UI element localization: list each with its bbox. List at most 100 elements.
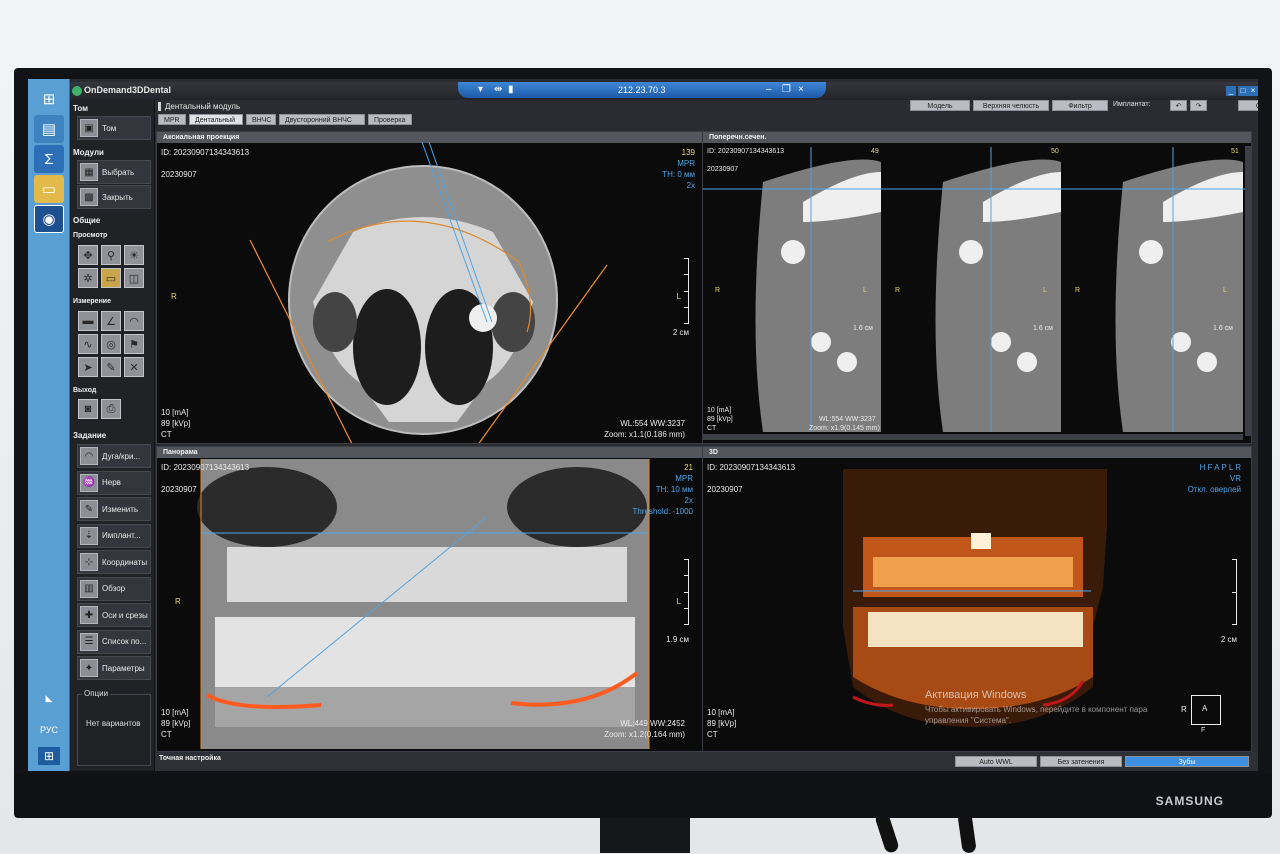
screen: ⊞ ▤ Σ ▭ ◉ ◣ РУС ⊞ OnDemand3DDental _ □ ×… (28, 79, 1258, 771)
model-button[interactable]: Модель (910, 100, 970, 111)
task-icon: ⊹ (80, 553, 98, 571)
3d-overlay-off[interactable]: Откл. оверлей (1188, 485, 1241, 494)
section-task: Задание (73, 431, 107, 440)
panorama-viewport[interactable]: Панорама ID: 20230907134343613 20230907 … (156, 446, 704, 752)
task-item-3[interactable]: ✎ Изменить (77, 497, 151, 521)
tray-icon[interactable]: ◣ (42, 691, 56, 705)
auto-wwl-button[interactable]: Auto WWL (955, 756, 1037, 767)
remote-close-icon[interactable]: × (798, 84, 804, 95)
tab-3[interactable]: ВНЧС (246, 114, 276, 125)
delete-icon[interactable]: ✕ (124, 357, 144, 377)
panorama-scale-bar (683, 559, 689, 625)
task-item-8[interactable]: ☰ Список по... (77, 629, 151, 654)
reset-button[interactable]: Сброс (1238, 100, 1258, 111)
close-label: Закрыть (102, 192, 133, 202)
cube-f: F (1201, 727, 1206, 734)
task-label: Изменить (102, 504, 139, 514)
roi-icon[interactable]: ◎ (101, 334, 121, 354)
zoom-icon[interactable]: ⚲ (101, 245, 121, 265)
pin-icon[interactable]: ▾ (478, 84, 483, 95)
axial-ma: 10 [mA] (161, 408, 189, 417)
task-item-1[interactable]: ◠ Дуга/кри... (77, 444, 151, 468)
cube-r: R (1181, 705, 1187, 714)
axial-date: 20230907 (161, 170, 197, 179)
task-item-2[interactable]: ♒ Нерв (77, 470, 151, 495)
tom-button[interactable]: ▣ Том (77, 116, 151, 140)
orientation-cube[interactable]: A (1191, 695, 1221, 725)
language-indicator[interactable]: РУС (34, 725, 64, 735)
watermark-title: Активация Windows (925, 689, 1027, 701)
angle-icon[interactable]: ∠ (101, 311, 121, 331)
3d-ma: 10 [mA] (707, 708, 735, 717)
task-item-4[interactable]: ⇣ Имплант... (77, 523, 151, 548)
task-item-5[interactable]: ⊹ Координаты (77, 550, 151, 574)
no-shading-button[interactable]: Без затенения (1040, 756, 1122, 767)
panorama-l: L (676, 597, 681, 606)
fit-icon[interactable]: ◫ (124, 268, 144, 288)
task-item-6[interactable]: ▥ Обзор (77, 576, 151, 601)
axial-viewport[interactable]: Аксиальная проекция ID: 2023090713434361… (156, 131, 704, 444)
axial-wl: WL:554 WW:3237 (620, 419, 685, 428)
panorama-id: ID: 20230907134343613 (161, 463, 250, 472)
app-title: OnDemand3DDental (84, 85, 172, 95)
panorama-ct: CT (161, 730, 172, 739)
3d-viewport[interactable]: 3D ID: 20230907134343613 20230907 H F A … (702, 446, 1252, 752)
section-output: Выход (73, 387, 97, 394)
axial-id: ID: 20230907134343613 (161, 148, 250, 157)
task-label: Список по... (102, 637, 147, 646)
task-icon: ☰ (80, 632, 98, 651)
upper-jaw-button[interactable]: Верхняя челюсть (973, 100, 1049, 111)
tab-4[interactable]: Двусторонний ВНЧС (279, 114, 365, 125)
computer-icon[interactable]: ▤ (34, 115, 64, 143)
task-label: Дуга/кри... (102, 451, 141, 461)
pencil-icon[interactable]: ✎ (101, 357, 121, 377)
filter-button[interactable]: Фильтр (1052, 100, 1108, 111)
pan-icon[interactable]: ✥ (78, 245, 98, 265)
axial-image (249, 141, 608, 443)
cross-section-viewport[interactable]: Поперечн.сечен. ID: 20230907134343613 20… (702, 131, 1252, 444)
select-label: Выбрать (102, 167, 135, 177)
brightness-icon[interactable]: ☀ (124, 245, 144, 265)
tab-2[interactable]: Дентальный (189, 114, 243, 125)
remote-restore-icon[interactable]: ❐ (782, 84, 791, 95)
folder-icon[interactable]: ▭ (34, 175, 64, 203)
task-item-9[interactable]: ✦ Параметры (77, 656, 151, 680)
teeth-button[interactable]: Зубы (1125, 756, 1249, 767)
undo-icon[interactable]: ↶ (1170, 100, 1187, 111)
cross-section-images (703, 146, 1251, 440)
profile-icon[interactable]: ∿ (78, 334, 98, 354)
minimize-icon[interactable]: _ (1226, 86, 1236, 96)
redo-icon[interactable]: ↷ (1190, 100, 1207, 111)
remote-session-bar: ▾ ⇹ ▮ 212.23.70.3 – ❐ × (458, 82, 826, 98)
axial-l: L (676, 292, 681, 301)
close-icon[interactable]: × (1248, 86, 1258, 96)
close-module-button[interactable]: ▩ Закрыть (77, 185, 151, 209)
task-item-7[interactable]: ✚ Оси и срезы (77, 603, 151, 627)
maximize-icon[interactable]: □ (1238, 86, 1248, 96)
camera-icon[interactable]: ◙ (78, 399, 98, 419)
rotate-icon[interactable]: ✲ (78, 268, 98, 288)
3d-orientation: H F A P L R (1199, 463, 1241, 472)
arrow-icon[interactable]: ➤ (78, 357, 98, 377)
ondemand-app-icon[interactable]: ◉ (34, 205, 64, 233)
windows-logo-icon[interactable]: ⊞ (34, 85, 64, 113)
print-icon[interactable]: ⎙ (101, 399, 121, 419)
ruler-icon[interactable]: ▬ (78, 311, 98, 331)
reset-view-icon[interactable]: ▭ (101, 268, 121, 288)
area-icon[interactable]: ◠ (124, 311, 144, 331)
sigma-icon[interactable]: Σ (34, 145, 64, 173)
panorama-date: 20230907 (161, 485, 197, 494)
cross-l-2: L (1043, 287, 1047, 294)
connection-icon[interactable]: ⇹ (494, 84, 502, 95)
start-icon[interactable]: ⊞ (38, 747, 60, 765)
select-button[interactable]: ▦ Выбрать (77, 160, 151, 184)
remote-minimize-icon[interactable]: – (766, 84, 772, 95)
task-icon: ♒ (80, 473, 98, 492)
task-label: Координаты (102, 557, 148, 567)
tab-5[interactable]: Проверка (368, 114, 412, 125)
app-logo-icon (72, 86, 82, 96)
annotation-icon[interactable]: ⚑ (124, 334, 144, 354)
cross-l-1: L (863, 287, 867, 294)
section-tom: Том (73, 104, 89, 113)
tab-1[interactable]: MPR (158, 114, 186, 125)
